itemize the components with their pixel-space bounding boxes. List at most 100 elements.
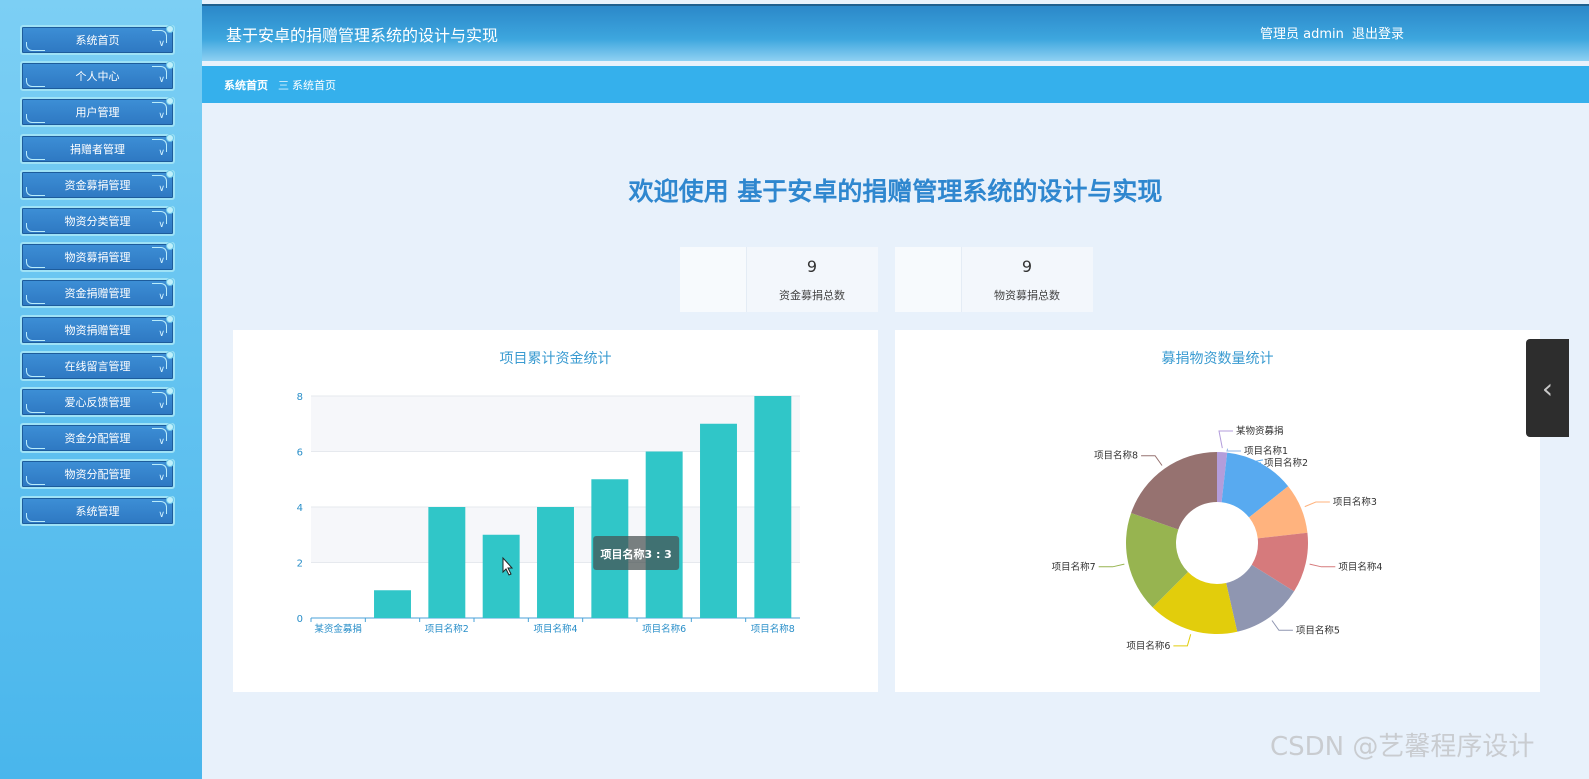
sidebar-item[interactable]: ∨ 捐赠者管理 — [20, 133, 175, 164]
chevron-down-icon: ∨ — [158, 256, 165, 267]
y-tick-label: 2 — [297, 559, 303, 570]
sidebar-item[interactable]: ∨ 在线留言管理 — [20, 350, 175, 381]
sidebar-item-label: 个人中心 — [75, 70, 120, 84]
chevron-left-icon[interactable]: ‹ — [1526, 339, 1569, 437]
bar[interactable] — [645, 451, 683, 619]
sidebar-item[interactable]: ∨ 物资分配管理 — [20, 459, 175, 490]
top-header: 基于安卓的捐赠管理系统的设计与实现 管理员 admin 退出登录 — [202, 4, 1589, 61]
x-tick-label: 某资金募捐 — [314, 623, 362, 635]
sidebar-item[interactable]: ∨ 用户管理 — [20, 97, 175, 128]
ornament-icon — [26, 78, 45, 88]
sidebar-item-label: 资金募捐管理 — [64, 178, 131, 192]
sidebar-item[interactable]: ∨ 系统首页 — [20, 25, 175, 55]
bar[interactable] — [428, 507, 466, 618]
stat-value: 9 — [1021, 257, 1033, 276]
bar[interactable] — [482, 534, 520, 618]
bar[interactable] — [537, 507, 574, 618]
bar[interactable] — [700, 423, 737, 618]
stat-card-goods: 9 物资募捐总数 — [895, 247, 1093, 312]
breadcrumb: 系统首页 三 系统首页 — [202, 66, 1589, 103]
sidebar-item[interactable]: ∨ 系统管理 — [20, 495, 175, 526]
ornament-icon — [26, 114, 45, 124]
sidebar-item[interactable]: ∨ 物资分类管理 — [20, 206, 175, 236]
dot-icon — [166, 423, 174, 432]
sidebar-item[interactable]: ∨ 物资捐赠管理 — [20, 314, 175, 345]
chevron-down-icon: ∨ — [158, 292, 165, 303]
bar-chart-card: 项目累计资金统计 0 2 4 6 8 某资金募捐 项目名称2 项目名称4 项目名称6 项目名称8 项… — [233, 330, 878, 692]
logout-link[interactable]: 退出登录 — [1352, 23, 1404, 42]
dot-icon — [166, 350, 174, 359]
dot-icon — [166, 61, 174, 70]
pie-chart: 某物资募捐项目名称1项目名称2 项目名称3 项目名称4 项目名称5 项目名称6 项目名称7… — [1052, 425, 1383, 652]
stat-icon — [895, 247, 962, 312]
breadcrumb-home[interactable]: 系统首页 — [224, 77, 268, 93]
sidebar-item-label: 捐赠者管理 — [70, 142, 125, 156]
sidebar-item-label: 爱心反馈管理 — [64, 396, 131, 409]
x-tick-label: 项目名称4 — [533, 623, 577, 635]
slice-label: 项目名称3 — [1333, 496, 1377, 508]
stat-label: 资金募捐总数 — [779, 289, 845, 302]
dot-icon — [166, 25, 174, 33]
dot-icon — [166, 459, 174, 468]
breadcrumb-separator: 三 — [278, 79, 289, 92]
sidebar: ∨ 系统首页 ∨ 个人中心 ∨ 用户管理 ∨ 捐赠者管理 ∨ 资金募捐管理 ∨ 物资分类管理 ∨ 物资募捐… — [0, 0, 202, 779]
ornament-icon — [26, 331, 45, 341]
stat-card-fund: 9 资金募捐总数 — [680, 247, 878, 312]
app-title: 基于安卓的捐赠管理系统的设计与实现 — [226, 26, 499, 45]
dot-icon — [166, 97, 174, 106]
ornament-icon — [26, 223, 45, 232]
ornament-icon — [26, 186, 45, 196]
x-tick-label: 项目名称6 — [642, 623, 686, 635]
chevron-down-icon: ∨ — [158, 437, 165, 448]
sidebar-item-label: 资金分配管理 — [64, 432, 131, 446]
dot-icon — [166, 314, 174, 323]
current-user: 管理员 admin — [1260, 27, 1344, 42]
sidebar-item[interactable]: ∨ 爱心反馈管理 — [20, 387, 175, 417]
bar[interactable] — [754, 396, 792, 618]
sidebar-item[interactable]: ∨ 资金分配管理 — [20, 423, 175, 454]
slice-label: 项目名称1 — [1244, 445, 1288, 457]
slice-label: 项目名称7 — [1052, 561, 1096, 573]
ornament-icon — [26, 367, 45, 377]
sidebar-item[interactable]: ∨ 资金捐赠管理 — [20, 278, 175, 309]
bar[interactable] — [374, 590, 411, 618]
breadcrumb-current: 系统首页 — [292, 79, 336, 92]
label-line — [1141, 455, 1163, 466]
y-tick-label: 0 — [297, 614, 303, 625]
ornament-icon — [26, 259, 45, 269]
ornament-icon — [26, 476, 45, 486]
x-tick-label: 项目名称8 — [751, 623, 795, 635]
slice-label: 某物资募捐 — [1236, 425, 1284, 437]
chevron-down-icon: ∨ — [158, 473, 165, 484]
dot-icon — [166, 387, 174, 395]
dot-icon — [166, 495, 174, 504]
welcome-heading: 欢迎使用 基于安卓的捐赠管理系统的设计与实现 — [628, 177, 1163, 206]
label-line — [1309, 563, 1336, 568]
slice-label: 项目名称5 — [1296, 624, 1340, 636]
sidebar-item[interactable]: ∨ 物资募捐管理 — [20, 242, 175, 273]
sidebar-item-label: 系统管理 — [75, 504, 120, 518]
sidebar-item[interactable]: ∨ 资金募捐管理 — [20, 169, 175, 200]
label-line — [1226, 448, 1241, 452]
stat-label: 物资募捐总数 — [994, 289, 1060, 302]
sidebar-item-label: 物资募捐管理 — [64, 251, 131, 265]
x-tick-label: 项目名称2 — [425, 623, 469, 635]
sidebar-item-label: 在线留言管理 — [64, 359, 131, 373]
chevron-down-icon: ∨ — [158, 111, 165, 122]
dot-icon — [166, 278, 174, 287]
chevron-down-icon: ∨ — [158, 147, 165, 158]
watermark: CSDN @艺馨程序设计 — [1270, 732, 1535, 762]
stat-icon — [680, 247, 747, 312]
ornament-icon — [26, 440, 45, 450]
bar-chart: 0 2 4 6 8 某资金募捐 项目名称2 项目名称4 项目名称6 项目名称8 项目名称3 : 3 — [297, 392, 800, 635]
chevron-down-icon: ∨ — [158, 183, 165, 194]
chevron-down-icon: ∨ — [158, 75, 165, 86]
y-tick-label: 6 — [297, 448, 303, 459]
stat-value: 9 — [806, 257, 818, 276]
slice-label: 项目名称2 — [1264, 457, 1308, 469]
sidebar-item[interactable]: ∨ 个人中心 — [20, 61, 175, 92]
slice-label: 项目名称8 — [1094, 450, 1138, 462]
sidebar-item-label: 物资分类管理 — [64, 215, 131, 228]
y-tick-label: 8 — [297, 392, 303, 403]
ornament-icon — [26, 404, 45, 413]
